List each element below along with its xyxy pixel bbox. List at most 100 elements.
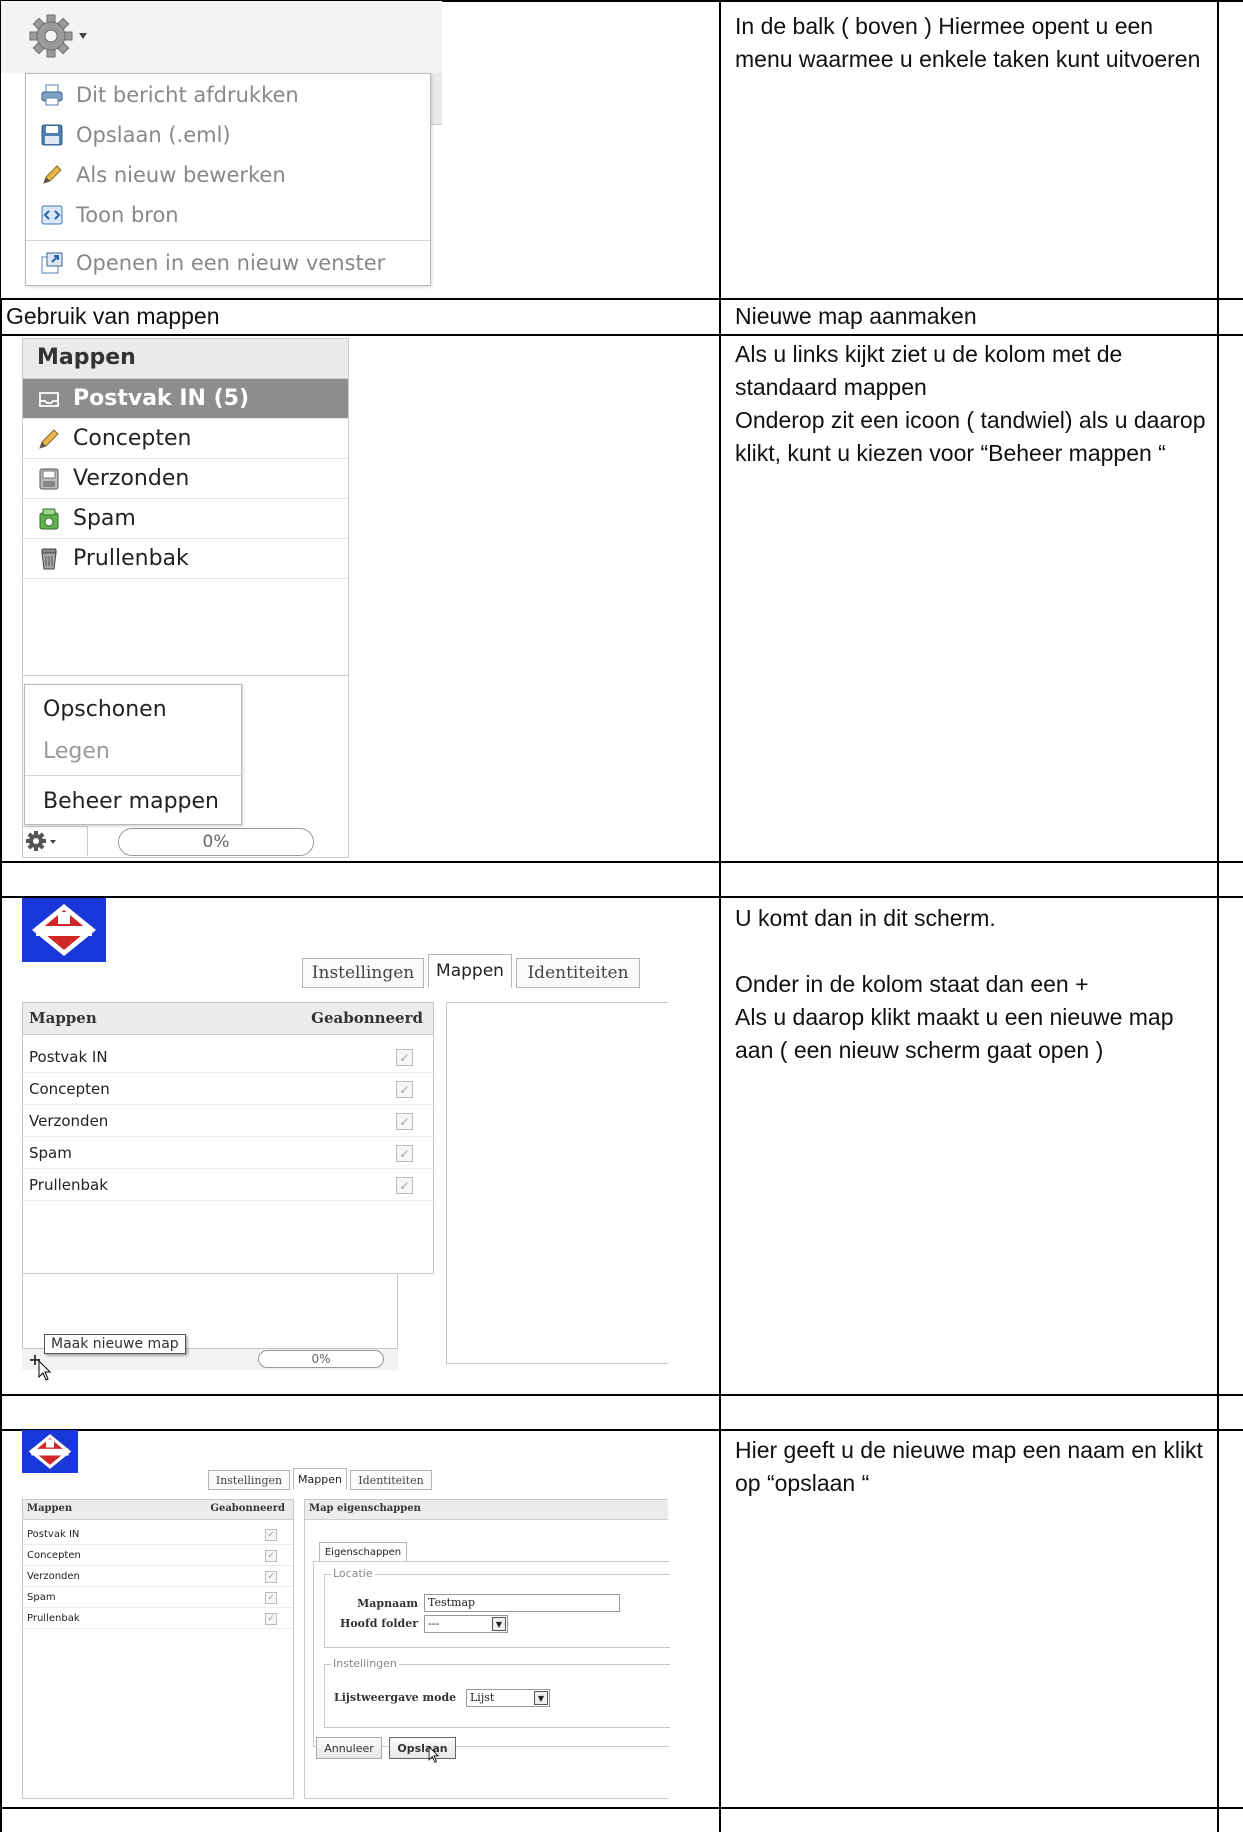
tab-label: Identiteiten [527,963,629,983]
message-menu-screenshot: Dit bericht afdrukken Opslaan (.eml) Als… [1,1,442,298]
table-row[interactable]: Prullenbak ✓ [23,1608,293,1629]
table-row[interactable]: Verzonden ✓ [23,1105,433,1137]
menu-item-label: Dit bericht afdrukken [76,83,299,107]
folder-subscription-list: Mappen Geabonneerd Postvak IN ✓ Concepte… [22,1002,434,1274]
tab-identities[interactable]: Identiteiten [516,958,640,988]
tab-properties[interactable]: Eigenschappen [319,1542,407,1562]
table-row[interactable]: Spam ✓ [23,1587,293,1608]
tab-label: Mappen [436,961,504,981]
subscribed-checkbox[interactable]: ✓ [396,1145,413,1162]
company-logo [22,898,106,962]
folder-name: Prullenbak [27,1612,80,1624]
folder-panel-title: Mappen [23,339,348,379]
menu-item-manage-folders[interactable]: Beheer mappen [25,781,241,821]
location-legend: Locatie [331,1567,375,1580]
folder-name-input[interactable]: Testmap [424,1594,620,1612]
view-mode-select[interactable]: Lijst ▼ [466,1689,550,1707]
menu-item-open-new-window[interactable]: Openen in een nieuw venster [26,244,430,282]
tab-label: Identiteiten [358,1473,424,1487]
parent-folder-label: Hoofd folder [339,1617,418,1630]
table-row[interactable]: Concepten ✓ [23,1545,293,1566]
pencil-icon [39,428,59,449]
menu-item-label: Opslaan (.eml) [76,123,231,147]
subscribed-checkbox[interactable]: ✓ [396,1113,413,1130]
subscribed-checkbox[interactable]: ✓ [265,1571,277,1583]
table-row[interactable]: Verzonden ✓ [23,1566,293,1587]
properties-title: Map eigenschappen [309,1503,421,1514]
menu-item-print[interactable]: Dit bericht afdrukken [26,76,430,114]
subscribed-checkbox[interactable]: ✓ [396,1081,413,1098]
table-row-divider [0,334,1243,336]
view-mode-label: Lijstweergave mode [334,1691,457,1704]
printer-icon [41,84,63,106]
save-button[interactable]: Opslaan [389,1737,456,1759]
column-header-subscribed: Geabonneerd [210,1503,285,1514]
folder-context-menu: Opschonen Legen Beheer mappen [24,684,242,825]
table-row[interactable]: Spam ✓ [23,1137,433,1169]
folder-item-drafts[interactable]: Concepten [23,419,348,459]
tab-identities[interactable]: Identiteiten [350,1470,432,1490]
subscribed-checkbox[interactable]: ✓ [265,1613,277,1625]
gear-icon[interactable] [27,13,97,59]
folder-name: Postvak IN [27,1528,80,1540]
instruction-text-menu: In de balk ( boven ) Hiermee opent u een… [735,13,1201,72]
subscribed-checkbox[interactable]: ✓ [396,1177,413,1194]
message-options-menu: Dit bericht afdrukken Opslaan (.eml) Als… [25,73,431,286]
tab-label: Instellingen [215,1473,283,1487]
gear-icon [26,831,56,851]
subscribed-checkbox[interactable]: ✓ [396,1049,413,1066]
folder-name-value: Testmap [428,1596,476,1609]
menu-item-show-source[interactable]: Toon bron [26,196,430,234]
folder-panel: Mappen Postvak IN (5) Concepten Verzonde… [22,338,349,676]
quota-progress-bar: 0% [118,828,314,856]
quota-label: 0% [311,1352,331,1366]
folder-item-spam[interactable]: Spam [23,499,348,539]
cancel-button[interactable]: Annuleer [316,1737,382,1759]
instruction-text-save: Hier geeft u de nieuwe map een naam en k… [735,1437,1203,1496]
tab-settings[interactable]: Instellingen [302,958,424,988]
subscribed-checkbox[interactable]: ✓ [265,1550,277,1562]
tab-folders[interactable]: Mappen [428,954,512,988]
subscribed-checkbox[interactable]: ✓ [265,1529,277,1541]
table-row[interactable]: Postvak IN ✓ [23,1524,293,1545]
folder-name: Prullenbak [29,1175,108,1194]
tooltip-text: Maak nieuwe map [51,1336,179,1352]
folder-item-inbox[interactable]: Postvak IN (5) [23,379,348,419]
parent-folder-select[interactable]: --- ▼ [424,1615,508,1633]
folder-actions-button[interactable] [22,826,88,856]
tab-label: Eigenschappen [324,1546,402,1558]
chevron-down-icon: ▼ [534,1691,548,1705]
folder-item-trash[interactable]: Prullenbak [23,539,348,579]
folder-name-label: Mapnaam [357,1597,418,1610]
properties-form: Locatie Mapnaam Testmap Hoofd folder ---… [313,1561,670,1747]
menu-item-save-eml[interactable]: Opslaan (.eml) [26,116,430,154]
menu-item-label: Beheer mappen [43,788,219,814]
menu-item-label: Opschonen [43,696,167,722]
table-row-divider [0,1394,1243,1396]
spam-icon [39,508,59,529]
inbox-icon [39,391,59,407]
quota-label: 0% [202,832,230,852]
subscribed-checkbox[interactable]: ✓ [265,1592,277,1604]
tab-folders[interactable]: Mappen [293,1468,347,1490]
logo-emblem-icon [32,904,96,956]
table-row[interactable]: Postvak IN ✓ [23,1041,433,1073]
pencil-icon [43,165,62,184]
tab-settings[interactable]: Instellingen [208,1470,290,1490]
folder-name: Postvak IN [29,1047,108,1066]
menu-item-compact[interactable]: Opschonen [25,689,241,729]
folder-label: Prullenbak [73,546,189,571]
table-row[interactable]: Prullenbak ✓ [23,1169,433,1201]
table-row[interactable]: Concepten ✓ [23,1073,433,1105]
menu-item-label: Toon bron [76,203,179,227]
folder-subscription-list: Mappen Geabonneerd Postvak IN ✓ Concepte… [22,1499,294,1799]
folder-name: Spam [27,1591,56,1603]
column-header-subscribed: Geabonneerd [311,1009,423,1027]
folder-label: Concepten [73,426,192,451]
folder-label: Postvak IN (5) [73,386,249,411]
button-label: Annuleer [324,1741,374,1755]
folder-details-panel [446,1002,668,1364]
column-header-name: Mappen [29,1009,97,1027]
folder-item-sent[interactable]: Verzonden [23,459,348,499]
menu-item-edit-as-new[interactable]: Als nieuw bewerken [26,156,430,194]
